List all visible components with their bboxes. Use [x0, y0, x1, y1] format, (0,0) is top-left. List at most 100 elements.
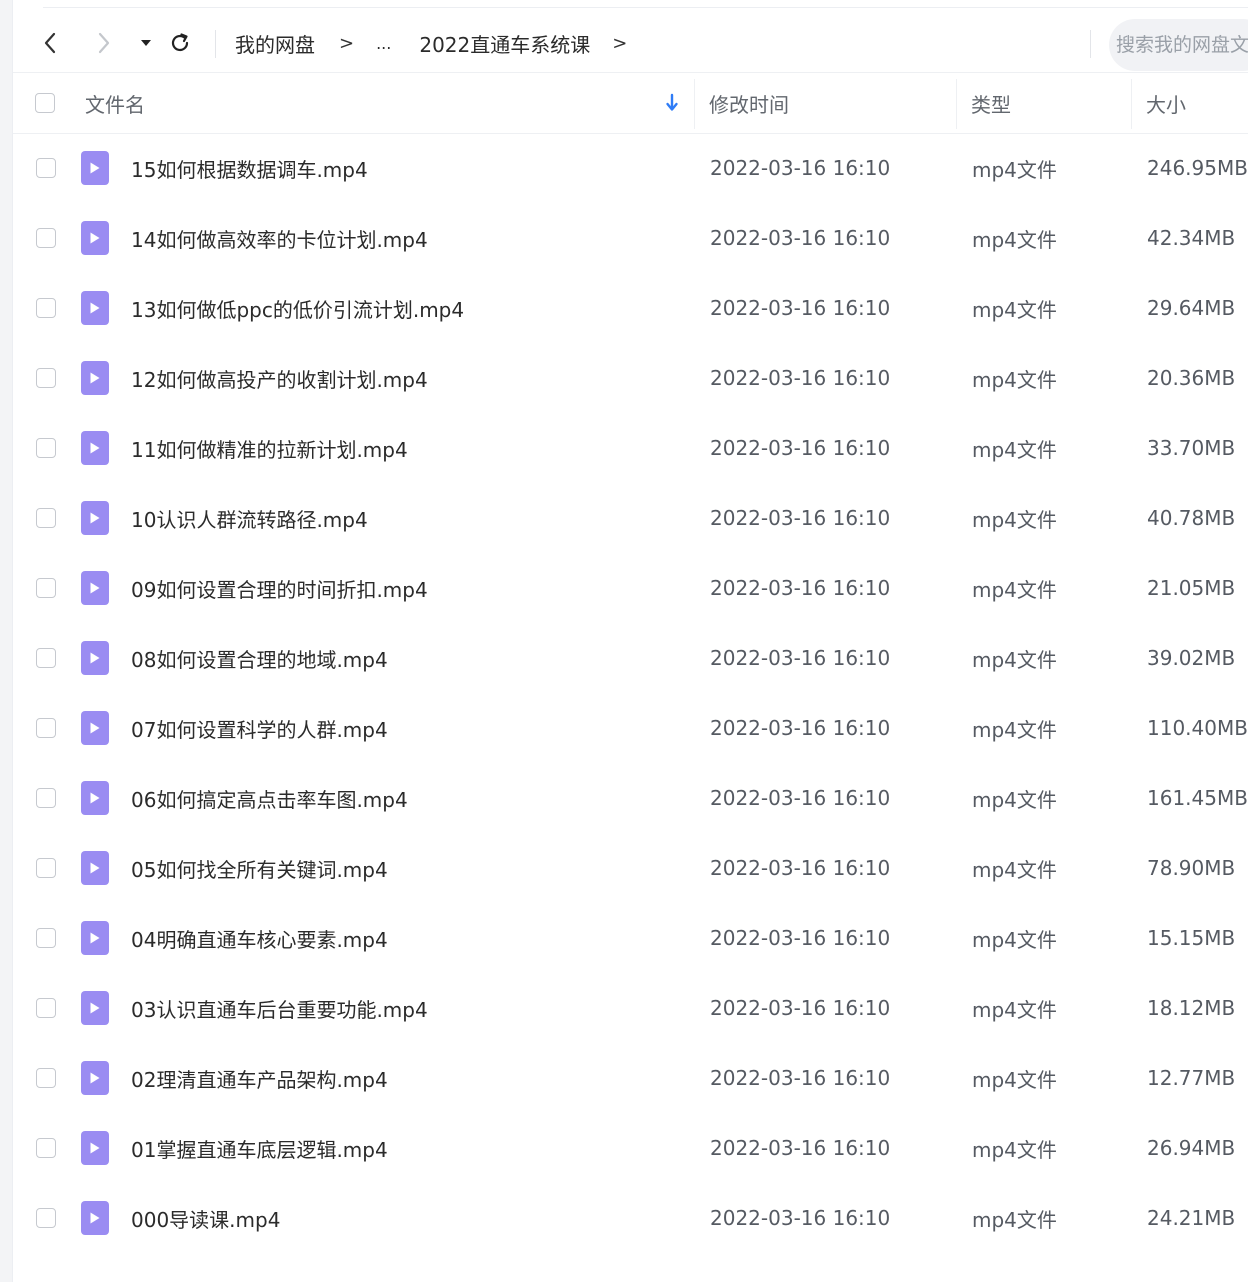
file-row[interactable]: 09如何设置合理的时间折扣.mp4 2022-03-16 16:10 mp4文件 21… [13, 553, 1248, 623]
back-button[interactable] [35, 28, 65, 58]
file-row[interactable]: 11如何做精准的拉新计划.mp4 2022-03-16 16:10 mp4文件 33.… [13, 413, 1248, 483]
row-checkbox[interactable] [36, 578, 56, 598]
row-checkbox[interactable] [36, 858, 56, 878]
file-size: 161.45MB [1147, 786, 1248, 810]
file-name[interactable]: 01掌握直通车底层逻辑.mp4 [131, 1113, 388, 1183]
file-name[interactable]: 02理清直通车产品架构.mp4 [131, 1043, 388, 1113]
row-check-cell [36, 763, 56, 833]
search-input[interactable] [1116, 19, 1248, 71]
file-row[interactable]: 13如何做低ppc的低价引流计划.mp4 2022-03-16 16:10 mp4文… [13, 273, 1248, 343]
row-checkbox[interactable] [36, 1138, 56, 1158]
file-row[interactable]: 000导读课.mp4 2022-03-16 16:10 mp4文件 24.21MB [13, 1183, 1248, 1253]
video-file-icon [81, 501, 109, 535]
file-modified-time: 2022-03-16 16:10 [710, 1136, 891, 1160]
file-row[interactable]: 08如何设置合理的地域.mp4 2022-03-16 16:10 mp4文件 39.0… [13, 623, 1248, 693]
file-name[interactable]: 08如何设置合理的地域.mp4 [131, 623, 388, 693]
file-size: 26.94MB [1147, 1136, 1236, 1160]
file-row[interactable]: 14如何做高效率的卡位计划.mp4 2022-03-16 16:10 mp4文件 42… [13, 203, 1248, 273]
column-header-name[interactable]: 文件名 [85, 73, 145, 133]
play-icon [90, 862, 100, 874]
file-name[interactable]: 07如何设置科学的人群.mp4 [131, 693, 388, 763]
row-checkbox[interactable] [36, 228, 56, 248]
video-file-icon [81, 1061, 109, 1095]
file-name[interactable]: 10认识人群流转路径.mp4 [131, 483, 368, 553]
row-checkbox[interactable] [36, 648, 56, 668]
play-icon [90, 932, 100, 944]
file-name[interactable]: 05如何找全所有关键词.mp4 [131, 833, 388, 903]
video-file-icon [81, 641, 109, 675]
file-type: mp4文件 [972, 1067, 1057, 1092]
breadcrumb-item-root[interactable]: 我的网盘 [235, 29, 315, 58]
file-row[interactable]: 03认识直通车后台重要功能.mp4 2022-03-16 16:10 mp4文件 18… [13, 973, 1248, 1043]
file-row[interactable]: 06如何搞定高点击率车图.mp4 2022-03-16 16:10 mp4文件 161… [13, 763, 1248, 833]
row-check-cell [36, 973, 56, 1043]
column-header-type[interactable]: 类型 [971, 73, 1011, 133]
file-row[interactable]: 10认识人群流转路径.mp4 2022-03-16 16:10 mp4文件 40.78… [13, 483, 1248, 553]
row-checkbox[interactable] [36, 1208, 56, 1228]
row-check-cell [36, 343, 56, 413]
file-size: 110.40MB [1147, 716, 1248, 740]
file-row[interactable]: 12如何做高投产的收割计划.mp4 2022-03-16 16:10 mp4文件 20… [13, 343, 1248, 413]
row-check-cell [36, 133, 56, 203]
file-name[interactable]: 13如何做低ppc的低价引流计划.mp4 [131, 273, 464, 343]
video-file-icon-cell [81, 343, 109, 413]
breadcrumb-ellipsis[interactable]: ... [376, 34, 391, 53]
file-name[interactable]: 03认识直通车后台重要功能.mp4 [131, 973, 428, 1043]
row-checkbox[interactable] [36, 368, 56, 388]
file-name[interactable]: 12如何做高投产的收割计划.mp4 [131, 343, 428, 413]
file-type: mp4文件 [972, 227, 1057, 252]
select-all-checkbox[interactable] [35, 93, 55, 113]
video-file-icon-cell [81, 203, 109, 273]
video-file-icon-cell [81, 763, 109, 833]
column-header-time[interactable]: 修改时间 [709, 73, 789, 133]
row-checkbox[interactable] [36, 298, 56, 318]
file-name[interactable]: 14如何做高效率的卡位计划.mp4 [131, 203, 428, 273]
toolbar-divider [215, 30, 216, 58]
video-file-icon-cell [81, 623, 109, 693]
row-check-cell [36, 553, 56, 623]
column-header-size[interactable]: 大小 [1146, 73, 1186, 133]
video-file-icon-cell [81, 903, 109, 973]
row-checkbox[interactable] [36, 718, 56, 738]
breadcrumb-item-current[interactable]: 2022直通车系统课 [419, 29, 590, 58]
file-size: 21.05MB [1147, 576, 1236, 600]
file-name[interactable]: 000导读课.mp4 [131, 1183, 280, 1253]
file-browser-window: 我的网盘 > ... 2022直通车系统课 > 文件名 修改时间 类型 大小 [12, 0, 1248, 1282]
search-box[interactable] [1109, 19, 1248, 71]
forward-button[interactable] [89, 28, 119, 58]
row-checkbox[interactable] [36, 928, 56, 948]
file-row[interactable]: 07如何设置科学的人群.mp4 2022-03-16 16:10 mp4文件 110.… [13, 693, 1248, 763]
video-file-icon [81, 361, 109, 395]
file-row[interactable]: 05如何找全所有关键词.mp4 2022-03-16 16:10 mp4文件 78.9… [13, 833, 1248, 903]
file-type: mp4文件 [972, 787, 1057, 812]
row-checkbox[interactable] [36, 508, 56, 528]
file-name[interactable]: 04明确直通车核心要素.mp4 [131, 903, 388, 973]
file-type: mp4文件 [972, 997, 1057, 1022]
file-name[interactable]: 15如何根据数据调车.mp4 [131, 133, 368, 203]
history-dropdown-button[interactable] [131, 28, 161, 58]
file-name[interactable]: 06如何搞定高点击率车图.mp4 [131, 763, 408, 833]
video-file-icon [81, 781, 109, 815]
file-row[interactable]: 02理清直通车产品架构.mp4 2022-03-16 16:10 mp4文件 12.7… [13, 1043, 1248, 1113]
refresh-button[interactable] [165, 28, 195, 58]
play-icon [90, 442, 100, 454]
file-row[interactable]: 01掌握直通车底层逻辑.mp4 2022-03-16 16:10 mp4文件 26.9… [13, 1113, 1248, 1183]
file-modified-time: 2022-03-16 16:10 [710, 716, 891, 740]
file-row[interactable]: 15如何根据数据调车.mp4 2022-03-16 16:10 mp4文件 246.9… [13, 133, 1248, 203]
row-checkbox[interactable] [36, 998, 56, 1018]
video-file-icon-cell [81, 833, 109, 903]
refresh-icon [171, 33, 189, 52]
row-checkbox[interactable] [36, 438, 56, 458]
row-checkbox[interactable] [36, 1068, 56, 1088]
sort-indicator[interactable] [665, 73, 679, 133]
video-file-icon-cell [81, 1183, 109, 1253]
file-name[interactable]: 11如何做精准的拉新计划.mp4 [131, 413, 408, 483]
file-name[interactable]: 09如何设置合理的时间折扣.mp4 [131, 553, 428, 623]
row-checkbox[interactable] [36, 158, 56, 178]
row-check-cell [36, 623, 56, 693]
file-size: 12.77MB [1147, 1066, 1236, 1090]
video-file-icon-cell [81, 273, 109, 343]
video-file-icon [81, 151, 109, 185]
file-row[interactable]: 04明确直通车核心要素.mp4 2022-03-16 16:10 mp4文件 15.1… [13, 903, 1248, 973]
row-checkbox[interactable] [36, 788, 56, 808]
